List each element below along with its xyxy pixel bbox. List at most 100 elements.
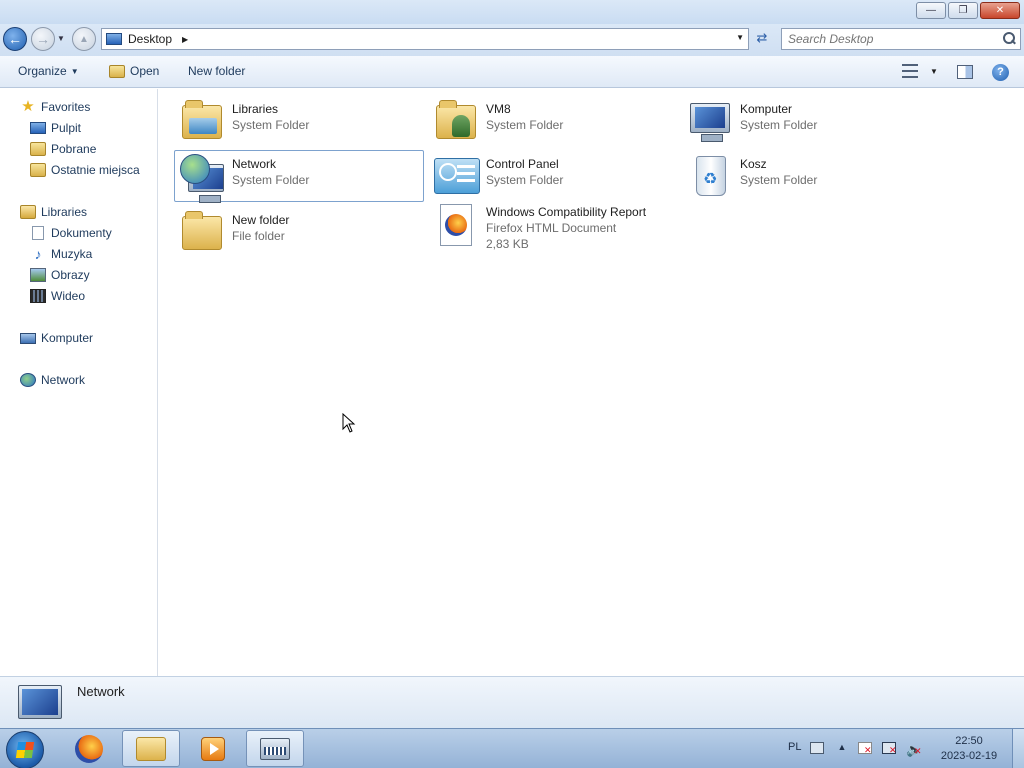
nav-item-ostatnie-miejsca[interactable]: Ostatnie miejsca <box>30 163 140 177</box>
item-control-panel[interactable]: Control Panel System Folder <box>428 150 678 202</box>
firefox-icon <box>75 734 103 763</box>
computer-icon <box>686 97 736 145</box>
item-name: VM8 <box>486 102 511 116</box>
help-icon[interactable]: ? <box>992 64 1009 81</box>
show-desktop-button[interactable] <box>1012 729 1024 768</box>
folder-icon <box>178 208 228 256</box>
item-libraries[interactable]: Libraries System Folder <box>174 95 424 147</box>
item-name: Network <box>232 157 277 171</box>
chevron-down-icon: ▼ <box>70 66 79 76</box>
restore-button[interactable]: ❐ <box>948 2 978 19</box>
open-folder-icon <box>109 64 125 78</box>
explorer-icon <box>136 736 166 761</box>
nav-item-label: Pulpit <box>51 121 82 135</box>
item-type: System Folder <box>232 118 310 132</box>
item-size: 2,83 KB <box>486 237 529 251</box>
item-type: System Folder <box>486 173 564 187</box>
taskbar-remote-app[interactable] <box>246 730 304 767</box>
file-list: Libraries System Folder VM8 System Folde… <box>159 89 1024 676</box>
clock[interactable]: 22:50 2023-02-19 <box>932 734 1006 764</box>
item-network[interactable]: Network System Folder <box>174 150 424 203</box>
search-icon[interactable] <box>1002 32 1016 46</box>
star-icon: ★ <box>21 98 35 115</box>
nav-computer[interactable]: Komputer <box>20 331 93 345</box>
libraries-icon <box>20 205 36 219</box>
media-player-icon <box>201 736 225 761</box>
preview-pane-icon[interactable] <box>957 65 973 79</box>
recycle-bin-icon <box>686 152 736 200</box>
minimize-button[interactable]: — <box>916 2 946 19</box>
item-windows-compatibility-report[interactable]: Windows Compatibility Report Firefox HTM… <box>428 198 698 258</box>
start-button[interactable] <box>6 731 44 768</box>
item-type: Firefox HTML Document <box>486 221 617 235</box>
computer-icon <box>20 332 36 344</box>
breadcrumb-arrow-icon[interactable]: ▶ <box>182 35 188 44</box>
item-vm8[interactable]: VM8 System Folder <box>428 95 678 147</box>
volume-muted-icon[interactable]: 🔈 <box>906 742 922 757</box>
keyboard-icon[interactable] <box>810 742 824 754</box>
control-panel-icon <box>432 152 482 200</box>
user-folder-icon <box>432 97 482 145</box>
item-name: Windows Compatibility Report <box>486 205 647 219</box>
documents-icon <box>32 226 44 240</box>
refresh-icon[interactable]: ⇄ <box>752 30 772 48</box>
video-icon <box>30 289 46 303</box>
nav-item-wideo[interactable]: Wideo <box>30 289 85 303</box>
taskbar-firefox[interactable] <box>60 730 118 767</box>
open-button[interactable]: Open <box>109 64 159 78</box>
network-icon <box>20 373 36 387</box>
search-box[interactable] <box>781 28 1021 50</box>
organize-label: Organize <box>18 64 67 78</box>
taskbar-media-player[interactable] <box>184 730 242 767</box>
organize-button[interactable]: Organize ▼ <box>18 64 79 78</box>
clock-date: 2023-02-19 <box>940 750 998 762</box>
view-options-icon <box>902 64 918 78</box>
back-button[interactable]: ← <box>3 27 27 51</box>
nav-network[interactable]: Network <box>20 373 85 387</box>
change-view-button[interactable]: ▼ <box>902 64 938 78</box>
nav-item-dokumenty[interactable]: Dokumenty <box>30 226 112 240</box>
nav-favorites[interactable]: ★ Favorites <box>20 98 90 115</box>
language-indicator[interactable]: PL <box>788 741 801 753</box>
nav-item-muzyka[interactable]: ♪ Muzyka <box>30 247 93 261</box>
desktop-icon <box>106 33 122 45</box>
downloads-icon <box>30 142 46 156</box>
nav-libraries-label: Libraries <box>41 205 88 219</box>
forward-button[interactable]: → <box>31 27 55 51</box>
command-bar: Organize ▼ Open New folder ▼ ? <box>0 56 1024 88</box>
address-bar[interactable]: Desktop ▶ ▼ <box>101 28 749 50</box>
address-location[interactable]: Desktop <box>128 32 172 46</box>
up-button[interactable]: ▲ <box>72 27 96 51</box>
desktop-icon <box>30 122 46 134</box>
nav-libraries[interactable]: Libraries <box>20 205 87 219</box>
recent-pages-dropdown[interactable]: ▼ <box>57 34 65 43</box>
nav-item-pobrane[interactable]: Pobrane <box>30 142 96 156</box>
pictures-icon <box>30 268 46 282</box>
item-new-folder[interactable]: New folder File folder <box>174 206 424 258</box>
network-icon <box>178 152 228 203</box>
nav-item-label: Dokumenty <box>51 226 112 240</box>
nav-item-obrazy[interactable]: Obrazy <box>30 268 90 282</box>
new-folder-button[interactable]: New folder <box>188 64 245 78</box>
item-name: Komputer <box>740 102 793 116</box>
item-kosz[interactable]: Kosz System Folder <box>682 150 932 202</box>
address-row: ← → ▼ ▲ Desktop ▶ ▼ ⇄ <box>0 24 1024 56</box>
chevron-down-icon[interactable]: ▼ <box>930 67 938 76</box>
show-hidden-icons-icon[interactable]: ▲ <box>835 742 849 754</box>
address-dropdown-icon[interactable]: ▼ <box>736 33 744 42</box>
item-type: File folder <box>232 229 285 243</box>
nav-item-pulpit[interactable]: Pulpit <box>30 121 81 135</box>
action-center-icon[interactable] <box>858 742 872 756</box>
taskbar-explorer[interactable] <box>122 730 180 767</box>
network-icon <box>18 685 62 719</box>
search-input[interactable] <box>788 32 1002 46</box>
keyboard-monitor-icon <box>260 737 290 760</box>
item-name: Control Panel <box>486 157 559 171</box>
item-type: System Folder <box>486 118 564 132</box>
close-button[interactable]: ✕ <box>980 2 1020 19</box>
item-komputer[interactable]: Komputer System Folder <box>682 95 932 147</box>
network-status-icon[interactable] <box>882 742 897 756</box>
clock-time: 22:50 <box>955 735 983 747</box>
nav-item-label: Muzyka <box>51 247 93 261</box>
item-name: New folder <box>232 213 290 227</box>
